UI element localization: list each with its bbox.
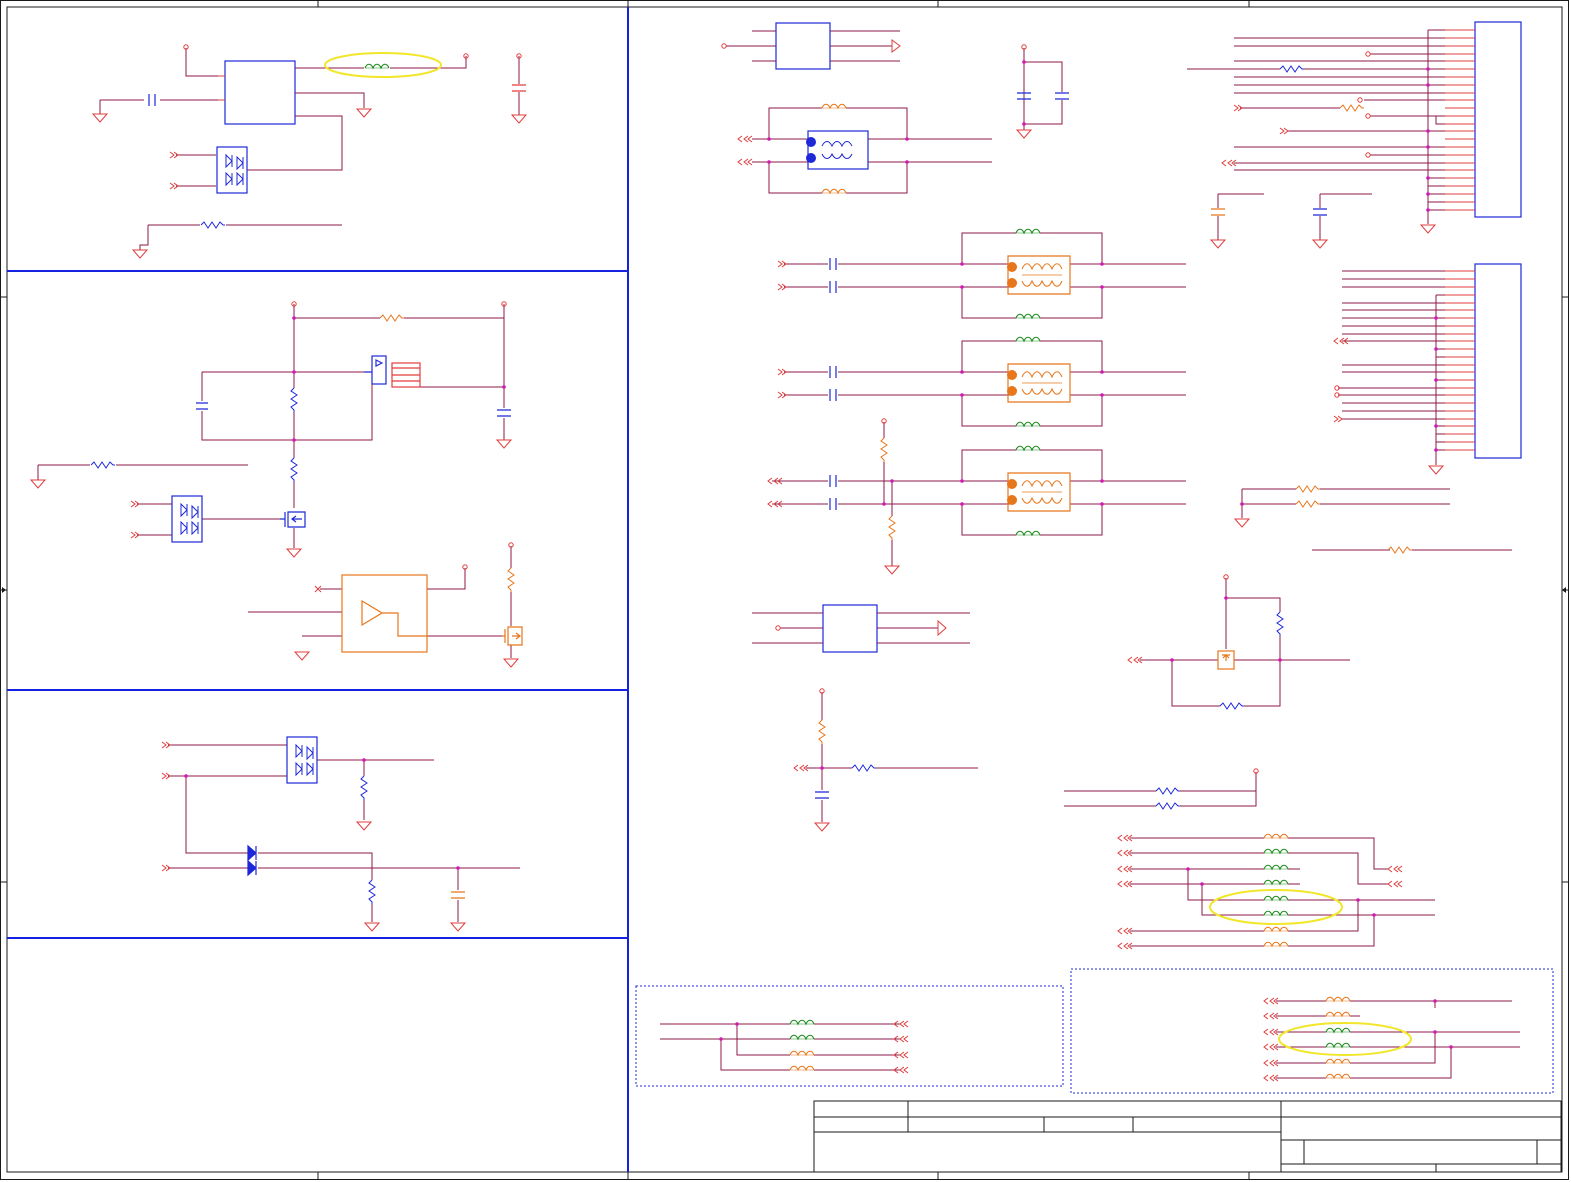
connector-b (1474, 263, 1522, 459)
lower-left-block (161, 736, 520, 932)
dotted-box-left (635, 985, 1064, 1087)
comparator-ic (341, 574, 428, 653)
regulator-ic (224, 60, 296, 125)
output-mosfet (502, 626, 523, 646)
mosfet-right (1217, 650, 1235, 670)
middle-left-block (30, 301, 523, 668)
p-mosfet (364, 355, 421, 388)
dotted-box-right (1070, 968, 1554, 1094)
zone-arrow-left (2, 587, 6, 593)
n-mosfet (280, 511, 306, 528)
small-ic-top (775, 22, 831, 70)
sheet-frame (0, 0, 1569, 1180)
usb-common-mode-choke (806, 130, 869, 170)
zone-arrow-right (1562, 587, 1566, 593)
upper-left-block (92, 44, 527, 259)
schottky-diode (247, 844, 257, 877)
highlight-array-beads (1209, 889, 1343, 925)
schematic-sheet (0, 0, 1569, 1180)
small-ic-middle (822, 604, 878, 653)
title-block (813, 1100, 1562, 1173)
highlight-ellipses (324, 52, 1412, 1056)
junction-dots (184, 60, 1453, 1049)
highlight-dotted-box-beads (1278, 1022, 1412, 1056)
connector-a (1474, 21, 1522, 218)
right-main-block (184, 21, 1554, 1094)
